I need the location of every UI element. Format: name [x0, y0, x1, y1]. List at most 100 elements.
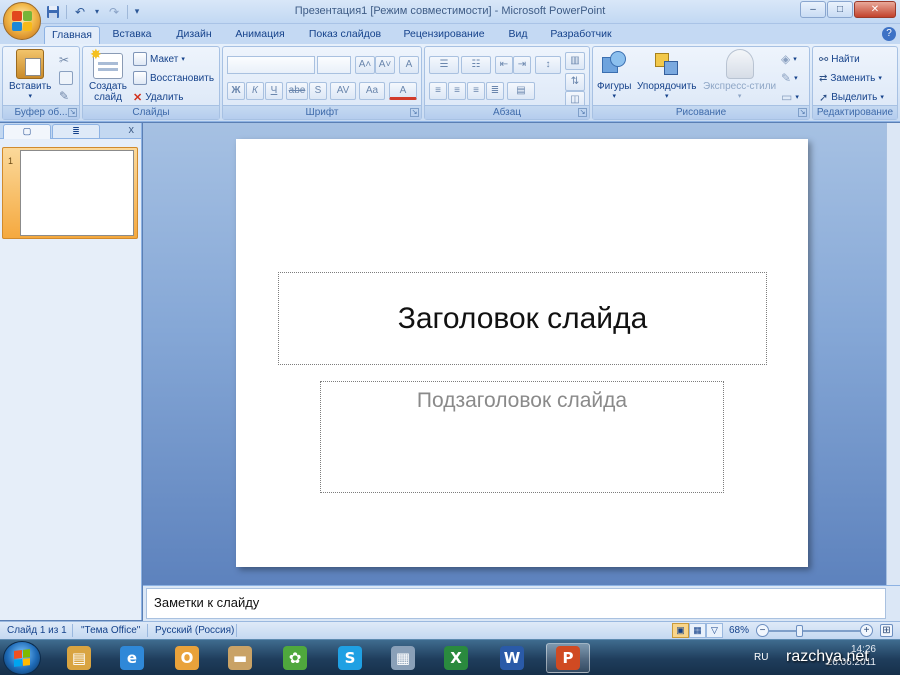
slide-canvas[interactable]: Заголовок слайда Подзаголовок слайда: [236, 139, 808, 567]
tab-outline[interactable]: ≣: [52, 124, 100, 139]
paragraph-launcher-icon[interactable]: ↘: [578, 108, 587, 117]
character-spacing-button[interactable]: AV: [330, 82, 356, 100]
reset-button[interactable]: Восстановить: [133, 69, 214, 87]
align-right-button[interactable]: ≡: [467, 82, 485, 100]
copy-button[interactable]: [59, 69, 73, 87]
maximize-button[interactable]: □: [827, 1, 853, 18]
font-color-button[interactable]: A: [389, 82, 417, 100]
slide-thumbnail-selection[interactable]: 1: [2, 147, 138, 239]
zoom-slider-thumb[interactable]: [796, 625, 803, 637]
tab-animation[interactable]: Анимация: [228, 26, 292, 44]
zoom-slider-track[interactable]: [768, 630, 860, 632]
paste-button[interactable]: Вставить ▾: [9, 49, 51, 100]
bullets-button[interactable]: ☰: [429, 56, 459, 74]
drawing-group: Фигуры ▾ Упорядочить ▾ Экспресс-стили ▾ …: [592, 46, 810, 120]
text-direction-button[interactable]: ⇅: [565, 73, 585, 91]
taskbar-excel-button[interactable]: X: [434, 643, 478, 673]
layout-button[interactable]: Макет ▾: [133, 50, 185, 68]
subtitle-placeholder-text: Подзаголовок слайда: [416, 389, 628, 412]
taskbar-outlook-button[interactable]: O: [165, 643, 209, 673]
language-status[interactable]: Русский (Россия): [155, 625, 234, 636]
select-label: Выделить: [831, 91, 878, 103]
dropdown-arrow-icon: ▾: [795, 94, 799, 101]
shapes-button[interactable]: Фигуры ▾: [597, 49, 631, 100]
shape-fill-button[interactable]: ◈ ▾: [781, 50, 797, 68]
change-case-button[interactable]: Aa: [359, 82, 385, 100]
shape-outline-button[interactable]: ✎ ▾: [781, 69, 798, 87]
select-button[interactable]: ➚ Выделить ▾: [819, 88, 884, 106]
tab-slideshow[interactable]: Показ слайдов: [302, 26, 388, 44]
normal-view-icon[interactable]: ▣: [672, 623, 689, 638]
shrink-font-button[interactable]: A˅: [375, 56, 395, 74]
new-slide-label-1: Создать: [89, 81, 128, 92]
arrange-button[interactable]: Упорядочить ▾: [637, 49, 697, 100]
quick-styles-button[interactable]: Экспресс-стили ▾: [703, 49, 776, 100]
replace-button[interactable]: ⇄ Заменить ▾: [819, 69, 882, 87]
close-button[interactable]: ✕: [854, 1, 896, 18]
help-icon[interactable]: ?: [882, 27, 896, 41]
shape-effects-button[interactable]: ▭ ▾: [781, 88, 799, 106]
slide-thumbnail[interactable]: [20, 150, 134, 236]
shapes-label: Фигуры: [597, 81, 632, 92]
format-painter-button[interactable]: ✎: [59, 87, 69, 105]
grow-font-button[interactable]: A˄: [355, 56, 375, 74]
language-indicator[interactable]: RU: [754, 652, 768, 663]
cut-button[interactable]: ✂: [59, 51, 69, 69]
slideshow-view-icon[interactable]: ▽: [706, 623, 723, 638]
columns-button[interactable]: ▥: [565, 52, 585, 70]
clipboard-launcher-icon[interactable]: ↘: [68, 108, 77, 117]
title-placeholder[interactable]: Заголовок слайда: [278, 272, 767, 365]
align-left-button[interactable]: ≡: [429, 82, 447, 100]
taskbar-folder-button[interactable]: ▬: [218, 643, 262, 673]
zoom-level[interactable]: 68%: [729, 625, 749, 636]
taskbar-powerpoint-button[interactable]: P: [546, 643, 590, 673]
close-pane-icon[interactable]: x: [129, 124, 135, 136]
new-slide-button[interactable]: ✸ Создать слайд: [89, 47, 128, 103]
tab-review[interactable]: Рецензирование: [398, 26, 490, 44]
tab-insert[interactable]: Вставка: [106, 26, 158, 44]
notes-input[interactable]: Заметки к слайду: [146, 588, 886, 619]
theme-status[interactable]: "Тема Office": [81, 625, 140, 636]
minimize-button[interactable]: –: [800, 1, 826, 18]
slide-sorter-view-icon[interactable]: ▦: [689, 623, 706, 638]
font-name-combobox[interactable]: [227, 56, 315, 74]
tab-home[interactable]: Главная: [44, 26, 100, 44]
font-size-combobox[interactable]: [317, 56, 351, 74]
align-center-button[interactable]: ≡: [448, 82, 466, 100]
line-spacing-button[interactable]: ↕: [535, 56, 561, 74]
new-slide-label-2: слайд: [94, 92, 122, 103]
taskbar-explorer-button[interactable]: ▤: [57, 643, 101, 673]
zoom-in-button[interactable]: +: [860, 624, 873, 637]
internet-explorer-icon: e: [120, 646, 144, 670]
numbering-button[interactable]: ☷: [461, 56, 491, 74]
taskbar-calculator-button[interactable]: ▦: [381, 643, 425, 673]
bold-button[interactable]: Ж: [227, 82, 245, 100]
justify-button[interactable]: ≣: [486, 82, 504, 100]
tab-design[interactable]: Дизайн: [168, 26, 220, 44]
taskbar-skype-button[interactable]: S: [328, 643, 372, 673]
vertical-scrollbar[interactable]: [886, 123, 900, 585]
increase-indent-button[interactable]: ⇥: [513, 56, 531, 74]
underline-button[interactable]: Ч: [265, 82, 283, 100]
strikethrough-button[interactable]: abe: [286, 82, 308, 100]
start-button[interactable]: [3, 641, 41, 675]
taskbar-icq-button[interactable]: ✿: [273, 643, 317, 673]
delete-slide-button[interactable]: ✕ Удалить: [133, 88, 183, 106]
columns-dropdown-button[interactable]: ▤: [507, 82, 535, 100]
tab-view[interactable]: Вид: [502, 26, 534, 44]
tab-slides[interactable]: ▢: [3, 124, 51, 139]
office-button[interactable]: [3, 2, 41, 40]
subtitle-placeholder[interactable]: Подзаголовок слайда: [320, 381, 724, 493]
italic-button[interactable]: К: [246, 82, 264, 100]
font-launcher-icon[interactable]: ↘: [410, 108, 419, 117]
taskbar-internet-explorer-button[interactable]: e: [110, 643, 154, 673]
taskbar-word-button[interactable]: W: [490, 643, 534, 673]
decrease-indent-button[interactable]: ⇤: [495, 56, 513, 74]
drawing-launcher-icon[interactable]: ↘: [798, 108, 807, 117]
fit-to-window-icon[interactable]: ⊞: [880, 624, 893, 637]
slides-group-label: Слайды: [83, 105, 219, 119]
find-button[interactable]: ⚯ Найти: [819, 50, 860, 68]
tab-developer[interactable]: Разработчик: [542, 26, 620, 44]
clear-formatting-button[interactable]: A: [399, 56, 419, 74]
shadow-button[interactable]: S: [309, 82, 327, 100]
